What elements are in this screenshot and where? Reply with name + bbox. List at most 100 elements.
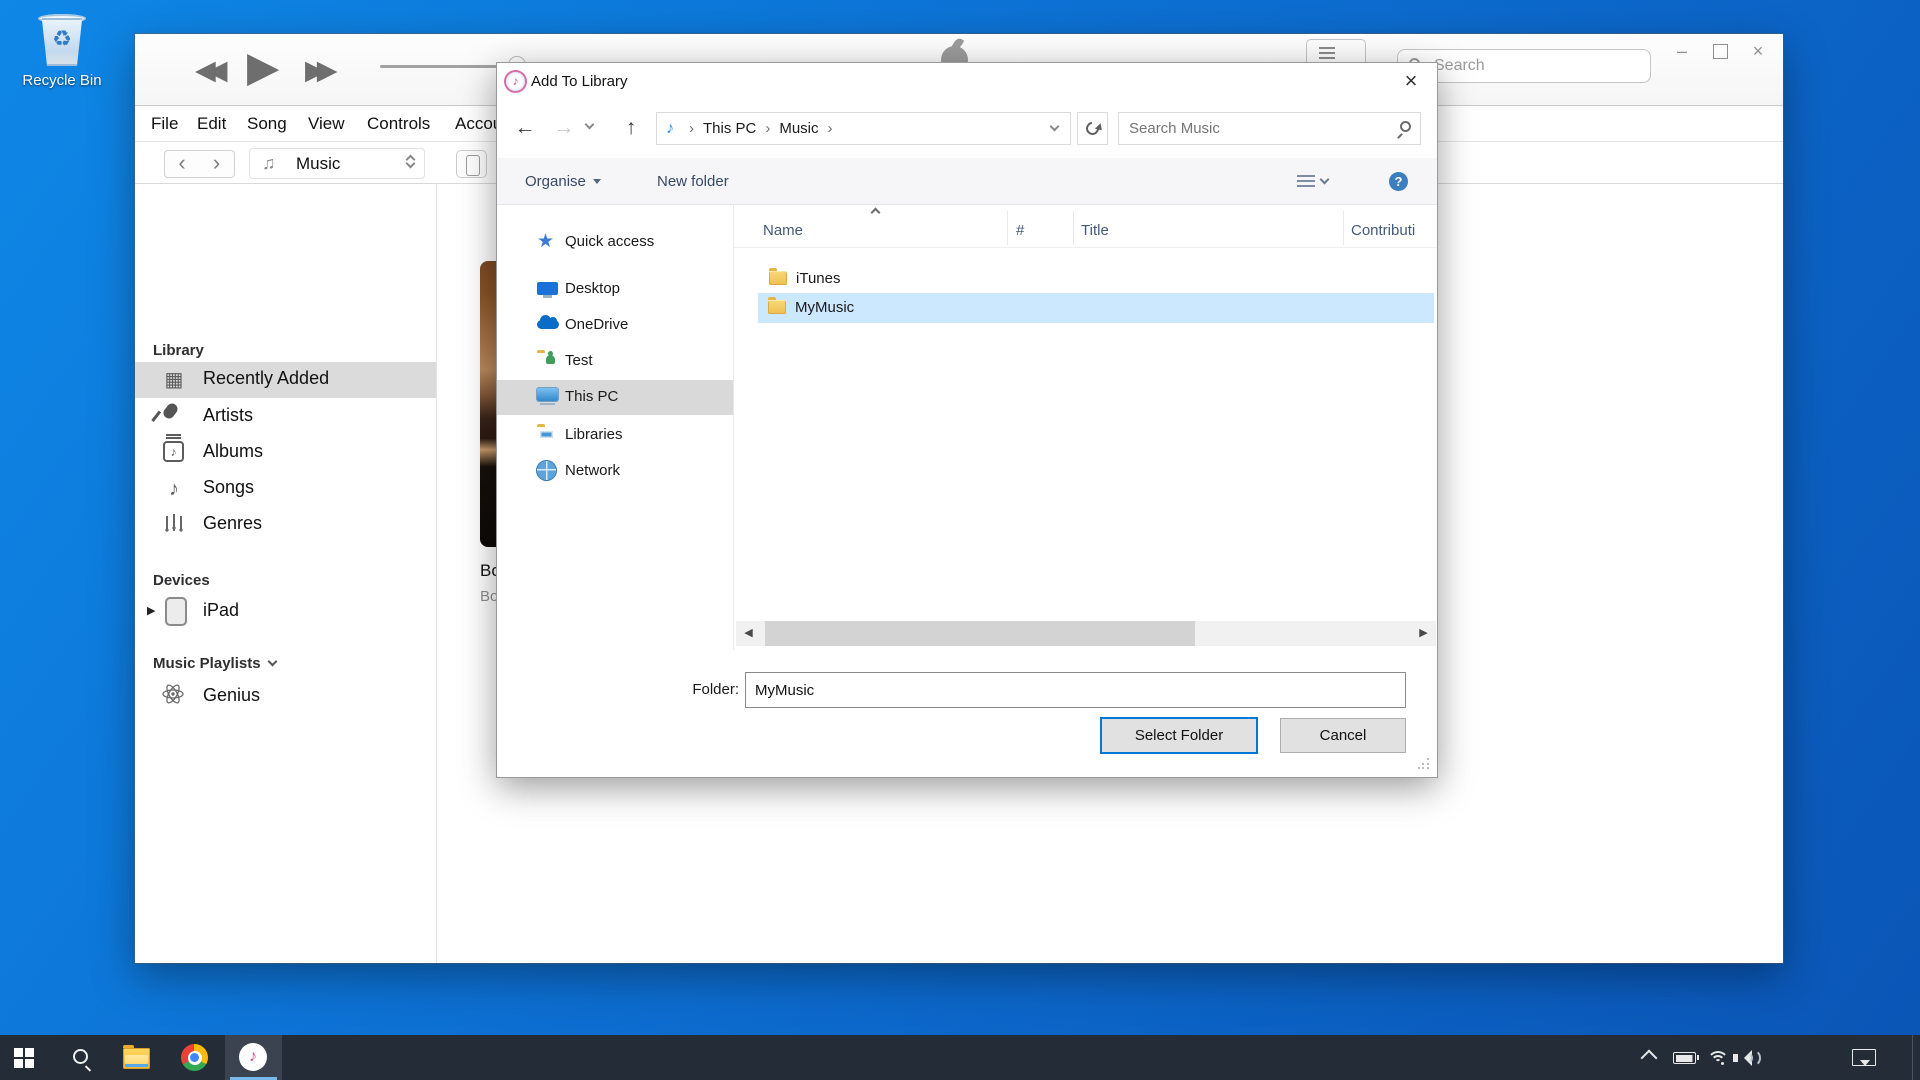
dialog-sidebar: ★ Quick access Desktop OneDrive Test Thi… [497, 205, 733, 650]
album-artwork-thumbnail[interactable] [480, 261, 498, 547]
nav-forward-button[interactable]: → [549, 113, 579, 143]
sidebar-item-network[interactable]: Network [497, 454, 733, 489]
library-view-toggle-button[interactable] [1306, 39, 1366, 66]
minimize-button[interactable]: – [1671, 40, 1693, 62]
sidebar-item-this-pc[interactable]: This PC [497, 380, 733, 415]
breadcrumb-music[interactable]: Music [779, 120, 818, 137]
search-icon [1400, 121, 1411, 132]
disclosure-triangle-icon[interactable]: ▶ [147, 604, 155, 617]
forward-button[interactable]: › [199, 150, 235, 178]
recycle-bin-shortcut[interactable]: ♻ Recycle Bin [10, 12, 114, 89]
windows-logo-icon [14, 1048, 34, 1068]
resize-grip[interactable] [1418, 757, 1430, 769]
sidebar-item-albums[interactable]: ♪ Albums [135, 435, 436, 471]
horizontal-scrollbar[interactable]: ◀ ▶ [736, 621, 1436, 646]
itunes-app-icon: ♪ [506, 72, 525, 91]
dropdown-arrow-icon [593, 179, 601, 184]
dialog-titlebar[interactable]: ♪ Add To Library × [497, 63, 1437, 100]
wifi-icon[interactable] [1706, 1049, 1730, 1067]
taskbar-file-explorer-button[interactable] [110, 1035, 162, 1080]
speaker-icon[interactable] [1733, 1050, 1759, 1066]
refresh-button[interactable] [1077, 112, 1108, 145]
genres-icon [163, 512, 185, 534]
folder-icon [769, 271, 787, 285]
volume-slider-track[interactable] [380, 65, 507, 68]
sidebar-item-songs[interactable]: ♪ Songs [135, 471, 436, 507]
taskbar-chrome-button[interactable] [168, 1035, 220, 1080]
action-center-icon[interactable] [1852, 1049, 1876, 1066]
folder-name-field[interactable] [745, 672, 1406, 708]
taskbar-search-button[interactable] [58, 1035, 106, 1080]
back-button[interactable]: ‹ [164, 150, 200, 178]
sidebar-item-genres[interactable]: Genres [135, 507, 436, 543]
playlists-section-header[interactable]: Music Playlists [153, 655, 276, 672]
nav-back-button[interactable]: ← [510, 113, 540, 143]
breadcrumb-chevron-icon: › [828, 120, 833, 137]
scroll-right-arrow[interactable]: ▶ [1411, 621, 1436, 646]
file-row-itunes[interactable]: iTunes [769, 265, 1069, 293]
recent-locations-chevron-icon[interactable] [586, 124, 616, 154]
sidebar-item-desktop[interactable]: Desktop [497, 272, 733, 307]
play-button[interactable]: ▶ [247, 46, 279, 88]
start-button[interactable] [0, 1035, 48, 1080]
albums-icon: ♪ [163, 441, 184, 462]
music-note-icon: ♪ [666, 120, 674, 138]
add-to-library-dialog: ♪ Add To Library × ← → ↑ ♪ › This PC › M… [497, 63, 1437, 777]
library-section-header: Library [153, 342, 204, 359]
address-bar[interactable]: ♪ › This PC › Music › [656, 112, 1071, 145]
media-kind-picker[interactable]: ♫ Music [249, 148, 425, 179]
show-hidden-icons-chevron[interactable] [1641, 1050, 1658, 1067]
sidebar-item-onedrive[interactable]: OneDrive [497, 308, 733, 343]
scroll-left-arrow[interactable]: ◀ [736, 621, 761, 646]
devices-section-header: Devices [153, 572, 210, 589]
user-folder-icon [537, 353, 559, 375]
desktop-icon [537, 282, 558, 295]
dialog-search-field[interactable] [1118, 112, 1421, 145]
menu-view[interactable]: View [308, 106, 345, 142]
sidebar-item-genius[interactable]: Genius [135, 679, 436, 715]
battery-icon[interactable] [1673, 1052, 1696, 1064]
menu-controls[interactable]: Controls [367, 106, 430, 142]
show-desktop-button[interactable] [1912, 1035, 1913, 1080]
dialog-search-input[interactable] [1118, 112, 1421, 145]
menu-edit[interactable]: Edit [197, 106, 226, 142]
scrollbar-thumb[interactable] [765, 621, 1195, 646]
sidebar-item-quick-access[interactable]: ★ Quick access [497, 225, 733, 260]
music-note-icon: ♪ [161, 476, 187, 502]
quick-access-star-icon: ★ [537, 231, 559, 253]
itunes-icon: ♪ [239, 1043, 267, 1071]
organise-button[interactable]: Organise [525, 158, 601, 205]
nav-up-button[interactable]: ↑ [616, 113, 646, 143]
dialog-close-button[interactable]: × [1389, 66, 1433, 96]
folder-field-label: Folder: [683, 672, 739, 708]
maximize-button[interactable] [1709, 40, 1731, 62]
sidebar-item-test[interactable]: Test [497, 344, 733, 379]
new-folder-button[interactable]: New folder [657, 158, 729, 205]
recycle-bin-icon: ♻ [36, 12, 88, 68]
menu-song[interactable]: Song [247, 106, 287, 142]
view-mode-dropdown-icon[interactable] [1321, 179, 1328, 183]
sidebar-item-artists[interactable]: Artists [135, 399, 436, 435]
folder-name-input[interactable] [745, 672, 1406, 708]
sidebar-item-libraries[interactable]: Libraries [497, 418, 733, 453]
grid-icon: ▦ [161, 367, 187, 393]
cancel-button[interactable]: Cancel [1280, 718, 1406, 753]
rewind-button[interactable]: ◀◀ [195, 57, 219, 84]
sidebar-item-ipad[interactable]: ▶ iPad [135, 594, 436, 630]
menu-file[interactable]: File [151, 106, 178, 142]
breadcrumb-this-pc[interactable]: This PC [703, 120, 756, 137]
select-folder-button[interactable]: Select Folder [1100, 717, 1258, 754]
taskbar-itunes-button[interactable]: ♪ [225, 1035, 282, 1080]
ipad-icon [165, 597, 187, 626]
list-view-icon [1319, 47, 1335, 59]
fast-forward-button[interactable]: ▶▶ [305, 57, 329, 84]
network-globe-icon [537, 461, 556, 480]
sidebar-item-recently-added[interactable]: ▦ Recently Added [135, 362, 436, 398]
file-row-mymusic[interactable]: MyMusic [768, 294, 1068, 322]
chevron-down-icon [267, 657, 277, 667]
view-mode-icon[interactable] [1297, 175, 1315, 189]
help-button[interactable]: ? [1389, 172, 1408, 191]
device-button[interactable] [456, 150, 487, 178]
address-dropdown-icon[interactable] [1051, 126, 1058, 130]
close-button[interactable]: × [1747, 40, 1769, 62]
